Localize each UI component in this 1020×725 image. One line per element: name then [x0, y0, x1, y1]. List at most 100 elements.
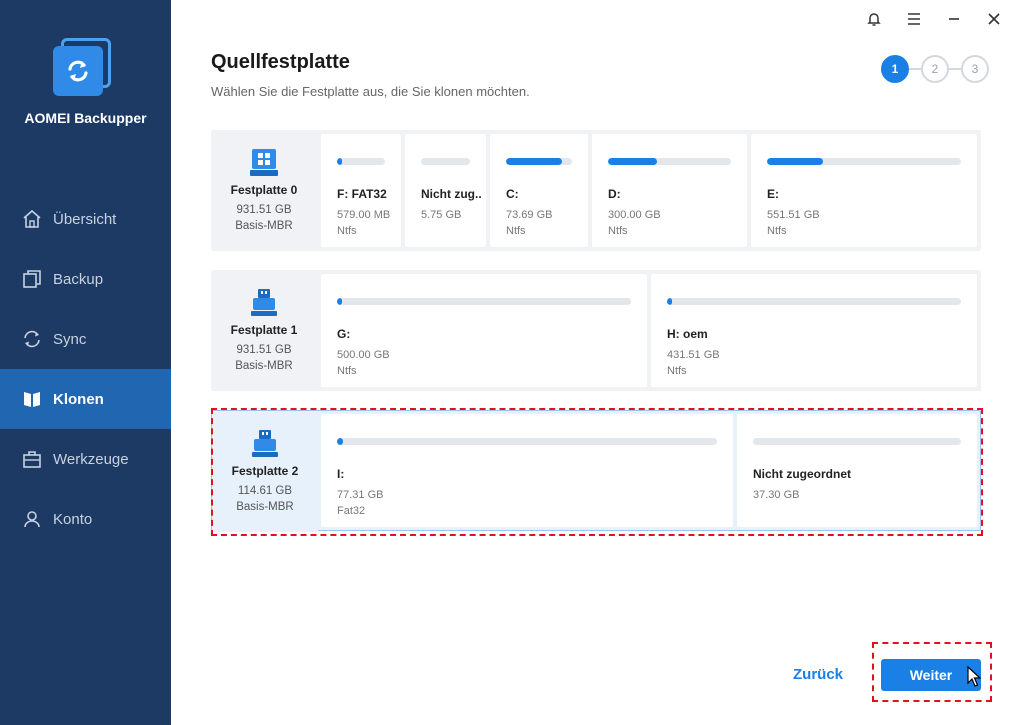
clone-icon: [22, 389, 42, 409]
partition-card[interactable]: H: oem 431.51 GB Ntfs: [651, 274, 977, 387]
minimize-icon[interactable]: [938, 8, 970, 30]
usb-disk-icon: [252, 430, 278, 457]
partition-fs: Ntfs: [667, 365, 687, 377]
user-icon: [22, 509, 42, 529]
partition-card[interactable]: E: 551.51 GB Ntfs: [751, 134, 977, 247]
partition-card[interactable]: D: 300.00 GB Ntfs: [592, 134, 747, 247]
windows-disk-icon: [250, 149, 278, 176]
back-button[interactable]: Zurück: [793, 666, 843, 683]
notification-bell-icon[interactable]: [858, 8, 890, 30]
partition-fs: Ntfs: [337, 365, 357, 377]
sidebar-item-label: Werkzeuge: [53, 450, 129, 468]
partition-card[interactable]: G: 500.00 GB Ntfs: [321, 274, 647, 387]
disk-size: 114.61 GB: [237, 485, 293, 497]
step-2: 2: [921, 55, 949, 83]
partition-name: I:: [337, 467, 345, 481]
sidebar-item-uebersicht[interactable]: Übersicht: [0, 189, 171, 249]
sidebar-item-klonen[interactable]: Klonen: [0, 369, 171, 429]
sidebar-item-werkzeuge[interactable]: Werkzeuge: [0, 429, 171, 489]
page-title: Quellfestplatte: [211, 51, 350, 73]
disk-row-0[interactable]: Festplatte 0 931.51 GB Basis-MBR F: FAT3…: [211, 130, 981, 251]
partition-size: 5.75 GB: [421, 209, 462, 221]
usage-bar: [667, 298, 961, 305]
sidebar-item-backup[interactable]: Backup: [0, 249, 171, 309]
partition-size: 37.30 GB: [753, 489, 800, 501]
usage-bar: [767, 158, 961, 165]
partition-name: G:: [337, 327, 351, 341]
partition-size: 551.51 GB: [767, 209, 820, 221]
partition-name: H: oem: [667, 327, 708, 341]
sidebar-item-label: Klonen: [53, 390, 104, 408]
disk-row-2-selected[interactable]: Festplatte 2 114.61 GB Basis-MBR I: 77.3…: [211, 410, 981, 532]
mouse-cursor-icon: [967, 666, 981, 687]
usage-bar: [337, 158, 385, 165]
disk-info: Festplatte 2 114.61 GB Basis-MBR: [212, 411, 318, 532]
sidebar-item-konto[interactable]: Konto: [0, 489, 171, 549]
disk-size: 931.51 GB: [236, 204, 292, 216]
next-button[interactable]: Weiter: [881, 659, 981, 691]
partition-card[interactable]: Nicht zug... 5.75 GB: [405, 134, 486, 247]
close-icon[interactable]: [978, 8, 1010, 30]
disk-size: 931.51 GB: [236, 344, 292, 356]
partition-card[interactable]: Nicht zugeordnet 37.30 GB: [737, 414, 977, 527]
partition-fs: Ntfs: [506, 225, 526, 237]
backup-icon: [22, 269, 42, 289]
usage-bar: [608, 158, 731, 165]
usage-bar: [337, 298, 631, 305]
sidebar-item-label: Sync: [53, 330, 87, 348]
home-icon: [22, 209, 42, 229]
partition-fs: Fat32: [337, 505, 366, 517]
partition-name: E:: [767, 187, 779, 201]
sync-arrows-icon: [68, 60, 88, 82]
disk-name: Festplatte 2: [231, 464, 299, 478]
partition-fs: Ntfs: [337, 225, 357, 237]
step-1: 1: [881, 55, 909, 83]
partition-size: 500.00 GB: [337, 349, 390, 361]
disk-info: Festplatte 1 931.51 GB Basis-MBR: [211, 270, 317, 391]
step-indicator: 1 2 3: [881, 55, 989, 83]
partition-size: 431.51 GB: [667, 349, 720, 361]
sidebar-item-label: Backup: [53, 270, 104, 288]
sync-icon: [22, 329, 42, 349]
partition-card[interactable]: C: 73.69 GB Ntfs: [490, 134, 588, 247]
partition-name: D:: [608, 187, 621, 201]
usage-bar: [421, 158, 470, 165]
app-logo: [53, 38, 113, 98]
partition-card[interactable]: I: 77.31 GB Fat32: [321, 414, 733, 527]
disk-name: Festplatte 1: [230, 323, 298, 337]
usage-bar: [753, 438, 961, 445]
partition-card[interactable]: F: FAT32 579.00 MB Ntfs: [321, 134, 401, 247]
partition-fs: Ntfs: [767, 225, 787, 237]
partition-name: Nicht zugeordnet: [753, 467, 851, 481]
partition-list: I: 77.31 GB Fat32 Nicht zugeordnet 37.30…: [321, 414, 977, 527]
disk-type: Basis-MBR: [235, 220, 293, 232]
partition-size: 579.00 MB: [337, 209, 391, 221]
disk-type: Basis-MBR: [236, 501, 294, 513]
sidebar-nav: Übersicht Backup Sync Klonen Werkzeuge K…: [0, 189, 171, 549]
partition-name: C:: [506, 187, 519, 201]
sidebar-item-label: Konto: [53, 510, 93, 528]
usage-bar: [337, 438, 717, 445]
partition-list: F: FAT32 579.00 MB Ntfs Nicht zug... 5.7…: [321, 134, 977, 247]
partition-size: 300.00 GB: [608, 209, 661, 221]
menu-icon[interactable]: [898, 8, 930, 30]
sidebar-item-sync[interactable]: Sync: [0, 309, 171, 369]
partition-name: Nicht zug...: [421, 187, 482, 201]
usb-disk-icon: [251, 289, 277, 316]
partition-name: F: FAT32: [337, 187, 387, 201]
partition-fs: Ntfs: [608, 225, 628, 237]
page-subtitle: Wählen Sie die Festplatte aus, die Sie k…: [211, 84, 530, 99]
sidebar: AOMEI Backupper Übersicht Backup Sync Kl…: [0, 0, 171, 725]
sidebar-item-label: Übersicht: [53, 210, 117, 228]
partition-size: 73.69 GB: [506, 209, 553, 221]
disk-row-1[interactable]: Festplatte 1 931.51 GB Basis-MBR G: 500.…: [211, 270, 981, 391]
disk-name: Festplatte 0: [230, 183, 298, 197]
window-controls: [858, 8, 1010, 30]
step-3: 3: [961, 55, 989, 83]
usage-bar: [506, 158, 572, 165]
partition-list: G: 500.00 GB Ntfs H: oem 431.51 GB Ntfs: [321, 274, 977, 387]
disk-info: Festplatte 0 931.51 GB Basis-MBR: [211, 130, 317, 251]
tools-icon: [22, 449, 42, 469]
partition-size: 77.31 GB: [337, 489, 384, 501]
disk-type: Basis-MBR: [235, 360, 293, 372]
